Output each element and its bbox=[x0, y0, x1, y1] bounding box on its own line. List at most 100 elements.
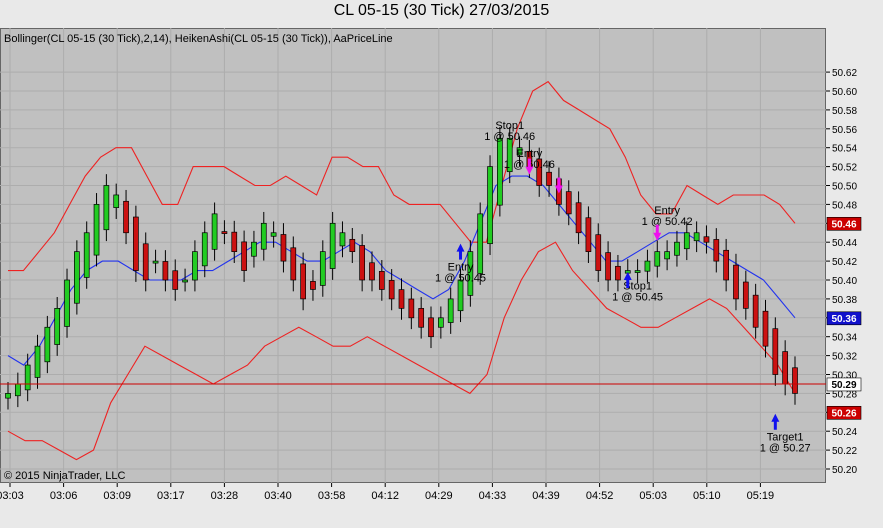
candle-body bbox=[733, 264, 739, 300]
candle-body bbox=[211, 213, 218, 250]
x-tick-label: 04:29 bbox=[425, 490, 453, 502]
candle-body bbox=[83, 232, 90, 278]
candle-body bbox=[713, 239, 720, 262]
trade-annotation: 1 @ 50.42 bbox=[642, 216, 693, 228]
x-tick-label: 04:52 bbox=[586, 490, 614, 502]
price-label-text: 50.36 bbox=[831, 314, 856, 325]
candle-body bbox=[349, 238, 356, 252]
candle-body bbox=[742, 281, 749, 309]
candle-body bbox=[428, 317, 434, 338]
price-label-text: 50.26 bbox=[831, 408, 856, 419]
candle-body bbox=[93, 204, 100, 256]
price-label-text: 50.29 bbox=[831, 380, 856, 391]
x-tick-label: 03:03 bbox=[0, 490, 24, 502]
candle-body bbox=[723, 249, 729, 281]
candle-body bbox=[319, 251, 326, 286]
trade-annotation: 1 @ 50.27 bbox=[760, 443, 811, 455]
x-tick-label: 05:10 bbox=[693, 490, 721, 502]
trade-annotation: 1 @ 50.45 bbox=[612, 291, 663, 303]
candle-body bbox=[664, 251, 670, 260]
candle-body bbox=[438, 317, 444, 328]
candle-body bbox=[792, 367, 798, 394]
y-tick-label: 50.32 bbox=[832, 352, 857, 363]
candle-body bbox=[388, 280, 395, 300]
candle-body bbox=[251, 241, 257, 257]
x-tick-label: 04:39 bbox=[532, 490, 560, 502]
candle-body bbox=[123, 200, 129, 234]
candle-body bbox=[201, 232, 208, 267]
candle-body bbox=[290, 247, 297, 281]
candle-body bbox=[241, 241, 247, 271]
indicator-label: Bollinger(CL 05-15 (30 Tick),2,14), Heik… bbox=[4, 33, 393, 45]
candle-body bbox=[615, 265, 621, 281]
candle-body bbox=[54, 308, 61, 345]
candle-body bbox=[192, 251, 198, 281]
candle-body bbox=[487, 166, 493, 245]
candle-body bbox=[64, 279, 70, 327]
x-tick-label: 05:19 bbox=[747, 490, 775, 502]
x-tick-label: 03:09 bbox=[103, 490, 131, 502]
y-tick-label: 50.48 bbox=[832, 200, 857, 211]
candle-body bbox=[162, 261, 169, 281]
candle-body bbox=[142, 243, 149, 281]
candle-body bbox=[477, 213, 484, 274]
candle-body bbox=[408, 298, 415, 319]
candle-body bbox=[113, 194, 120, 208]
candle-body bbox=[378, 271, 385, 290]
trade-annotation: 1 @ 50.46 bbox=[484, 131, 535, 143]
candle-body bbox=[546, 171, 552, 186]
candle-body bbox=[152, 260, 159, 264]
candle-body bbox=[605, 252, 611, 281]
y-tick-label: 50.60 bbox=[832, 87, 857, 98]
candle-body bbox=[398, 289, 405, 309]
price-label-text: 50.46 bbox=[831, 219, 856, 230]
candle-body bbox=[585, 217, 592, 253]
candle-body bbox=[683, 232, 690, 250]
candle-body bbox=[772, 328, 779, 375]
x-tick-label: 03:06 bbox=[50, 490, 78, 502]
y-tick-label: 50.56 bbox=[832, 125, 857, 136]
candle-body bbox=[782, 351, 789, 385]
candle-body bbox=[280, 234, 287, 262]
y-tick-label: 50.58 bbox=[832, 106, 857, 117]
candle-body bbox=[5, 393, 11, 399]
candle-body bbox=[339, 232, 346, 247]
y-tick-label: 50.34 bbox=[832, 333, 857, 344]
candle-body bbox=[674, 241, 680, 256]
y-tick-label: 50.20 bbox=[832, 465, 857, 476]
x-tick-label: 03:40 bbox=[264, 490, 292, 502]
y-tick-label: 50.62 bbox=[832, 68, 857, 79]
y-tick-label: 50.22 bbox=[832, 446, 857, 457]
candle-body bbox=[497, 137, 503, 206]
candle-body bbox=[369, 262, 375, 281]
copyright-text: © 2015 NinjaTrader, LLC bbox=[4, 470, 126, 482]
candle-body bbox=[329, 222, 336, 269]
candle-body bbox=[74, 251, 80, 304]
candle-body bbox=[457, 279, 464, 312]
candle-body bbox=[752, 294, 759, 328]
x-tick-label: 05:03 bbox=[639, 490, 667, 502]
candle-body bbox=[172, 270, 179, 290]
candle-body bbox=[24, 364, 31, 391]
candle-body bbox=[359, 245, 365, 281]
price-chart[interactable]: 50.62 50.60 50.58 50.56 50.54 50.52 50.50 50.48… bbox=[0, 0, 883, 528]
candle-body bbox=[634, 270, 641, 273]
x-tick-label: 04:12 bbox=[371, 490, 399, 502]
candle-body bbox=[447, 298, 454, 323]
y-tick-label: 50.38 bbox=[832, 295, 857, 306]
candle-body bbox=[654, 251, 661, 267]
candle-body bbox=[693, 232, 700, 242]
candle-body bbox=[231, 231, 238, 253]
candle-body bbox=[595, 234, 602, 271]
x-tick-label: 03:17 bbox=[157, 490, 185, 502]
y-tick-label: 50.42 bbox=[832, 257, 857, 268]
candle-body bbox=[182, 279, 188, 283]
candle-body bbox=[300, 263, 306, 300]
trade-annotation: 1 @ 50.45 bbox=[435, 273, 486, 285]
bollinger-lower-band bbox=[7, 241, 796, 461]
candle-body bbox=[14, 383, 21, 397]
candle-body bbox=[103, 185, 110, 231]
y-tick-label: 50.50 bbox=[832, 182, 857, 193]
candle-body bbox=[221, 231, 228, 234]
y-tick-label: 50.24 bbox=[832, 427, 857, 438]
